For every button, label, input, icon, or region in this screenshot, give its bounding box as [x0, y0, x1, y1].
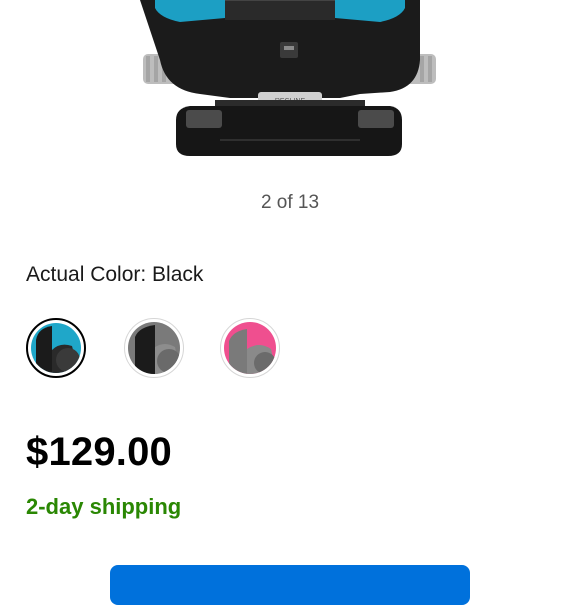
image-counter: 2 of 13 — [260, 192, 320, 213]
swatch-black-image — [31, 323, 81, 373]
swatch-gray[interactable] — [124, 318, 184, 378]
product-price: $129.00 — [26, 430, 172, 474]
swatch-black[interactable] — [26, 318, 86, 378]
color-label: Actual Color: Black — [26, 263, 204, 286]
swatch-gray-image — [128, 322, 180, 374]
product-image[interactable]: RECLINE — [0, 0, 580, 170]
shipping-badge: 2-day shipping — [26, 494, 182, 519]
car-seat-illustration: RECLINE — [140, 0, 436, 156]
swatch-pink-image — [224, 322, 276, 374]
swatch-pink[interactable] — [220, 318, 280, 378]
add-to-cart-button[interactable] — [110, 565, 470, 605]
